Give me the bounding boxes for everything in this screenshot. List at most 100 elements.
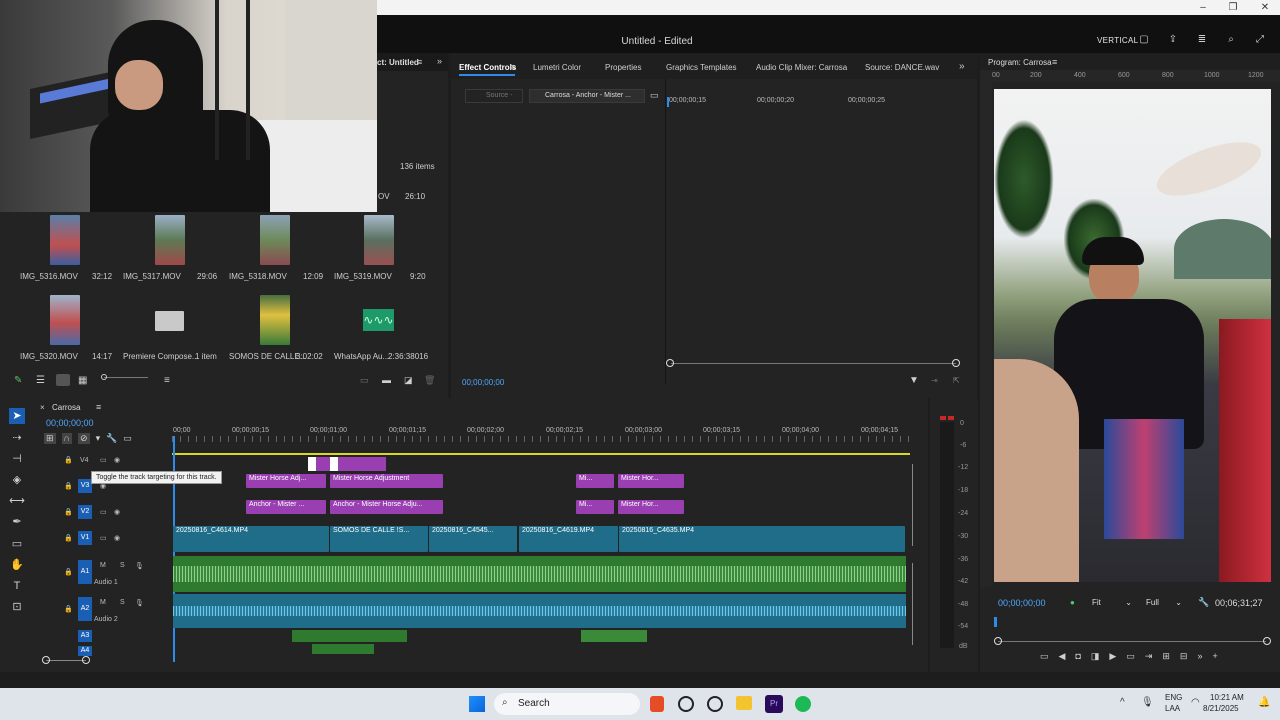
- tab-graphics-templates[interactable]: Graphics Templates: [666, 63, 737, 72]
- keyboard-layout[interactable]: LAA: [1165, 704, 1180, 713]
- workspace-label[interactable]: VERTICAL: [1097, 36, 1138, 45]
- solo-s-icon[interactable]: S: [120, 562, 125, 569]
- panel-overflow-icon[interactable]: »: [959, 61, 965, 72]
- program-scrub-bar[interactable]: [998, 641, 1266, 642]
- multicam-icon[interactable]: ◨: [1091, 651, 1100, 665]
- new-bin-icon[interactable]: ▬: [382, 375, 391, 385]
- lift-icon[interactable]: ⊞: [1162, 651, 1170, 665]
- zoom-slider[interactable]: [104, 377, 148, 378]
- timeline-timecode[interactable]: 00;00;00;00: [46, 418, 94, 428]
- ec-zoom-handle[interactable]: [666, 359, 674, 367]
- captions-icon[interactable]: ▭: [123, 433, 132, 444]
- sort-icon[interactable]: ≡: [164, 375, 170, 386]
- program-title[interactable]: Program: Carrosa: [988, 58, 1052, 67]
- clip-v2[interactable]: Mi...: [576, 500, 614, 514]
- caption-icon[interactable]: ⊡: [9, 599, 25, 615]
- tab-properties[interactable]: Properties: [605, 63, 641, 72]
- source-dropdown[interactable]: Source -: [465, 89, 523, 103]
- clip-v3[interactable]: Mi...: [576, 474, 614, 488]
- wifi-icon[interactable]: ◠: [1191, 697, 1200, 708]
- snap-icon[interactable]: ∩: [61, 433, 73, 444]
- overflow-icon[interactable]: »: [1197, 651, 1202, 665]
- clip-v1[interactable]: 20250816_C4614.MP4: [173, 526, 329, 552]
- clip-v1[interactable]: SOMOS DE CALLE !S...: [330, 526, 428, 552]
- audio-clip-a2[interactable]: [173, 594, 906, 628]
- ec-playhead[interactable]: [667, 97, 669, 107]
- lock-icon[interactable]: 🔒: [64, 456, 73, 464]
- clip-v3[interactable]: Mister Hor...: [618, 474, 684, 488]
- panel-icon[interactable]: ▢: [1137, 34, 1151, 46]
- tab-menu-icon[interactable]: ≡: [1052, 57, 1057, 67]
- pencil-icon[interactable]: ✎: [14, 375, 22, 386]
- settings-wrench-icon[interactable]: 🔧: [106, 433, 117, 444]
- sequence-tab[interactable]: Carrosa: [52, 403, 80, 412]
- ripple-edit-icon[interactable]: ⊣: [9, 451, 25, 467]
- media-thumbnail[interactable]: [50, 215, 80, 265]
- zoom-slider-handle[interactable]: [101, 374, 107, 380]
- media-thumbnail[interactable]: [260, 295, 290, 345]
- step-forward-icon[interactable]: ▭: [1126, 651, 1135, 665]
- trash-icon[interactable]: 🗑: [424, 375, 435, 386]
- timeline-h-scroll[interactable]: [46, 660, 86, 661]
- fit-dropdown[interactable]: Fit ⌄: [1088, 596, 1136, 609]
- add-marker-icon[interactable]: ▾: [96, 433, 101, 444]
- program-playhead[interactable]: [994, 617, 997, 627]
- media-thumbnail[interactable]: [50, 295, 80, 345]
- tab-menu-icon[interactable]: ≡: [417, 57, 422, 67]
- go-to-out-icon[interactable]: ⇥: [1145, 651, 1153, 665]
- search-box[interactable]: ⌕ Search: [494, 693, 640, 715]
- scrub-handle[interactable]: [1263, 637, 1271, 645]
- chevron-up-icon[interactable]: ^: [1120, 697, 1125, 708]
- audio-clip-a3[interactable]: [292, 630, 407, 642]
- solo-s-icon[interactable]: S: [120, 599, 125, 606]
- mic-icon[interactable]: 🎙: [135, 562, 144, 570]
- scroll-handle[interactable]: [82, 656, 90, 664]
- tab-menu-icon[interactable]: ≡: [510, 62, 515, 72]
- eye-icon[interactable]: ◉: [114, 456, 120, 464]
- mute-m-icon[interactable]: M: [100, 562, 106, 569]
- scroll-handle[interactable]: [42, 656, 50, 664]
- mute-m-icon[interactable]: M: [100, 599, 106, 606]
- timeline-ticks[interactable]: [172, 436, 910, 442]
- track-v1-target[interactable]: V1: [78, 531, 92, 545]
- automate-icon[interactable]: ▭: [360, 375, 369, 386]
- ec-zoom-bar[interactable]: [671, 363, 956, 364]
- add-button-icon[interactable]: +: [1212, 651, 1217, 665]
- tab-menu-icon[interactable]: ≡: [96, 402, 101, 412]
- restore-button[interactable]: ❐: [1218, 0, 1248, 15]
- program-video-frame[interactable]: [994, 89, 1271, 582]
- film-icon[interactable]: ▭: [100, 456, 107, 464]
- tab-audio-clip-mixer[interactable]: Audio Clip Mixer: Carrosa: [756, 63, 847, 72]
- clock-time[interactable]: 10:21 AM: [1210, 693, 1244, 702]
- audio-clip-a4[interactable]: [312, 644, 374, 654]
- close-icon[interactable]: ×: [40, 403, 45, 412]
- chatgpt-alt-icon[interactable]: [707, 696, 723, 712]
- new-item-icon[interactable]: ◪: [404, 375, 413, 386]
- step-back-icon[interactable]: ◀: [1059, 651, 1066, 665]
- scrub-handle[interactable]: [994, 637, 1002, 645]
- lock-icon[interactable]: 🔒: [64, 568, 73, 576]
- chatgpt-icon[interactable]: [678, 696, 694, 712]
- clock-date[interactable]: 8/21/2025: [1203, 704, 1239, 713]
- clip-v2[interactable]: Anchor - Mister Horse Adju...: [330, 500, 443, 514]
- notification-icon[interactable]: 🔔: [1258, 697, 1270, 708]
- rectangle-icon[interactable]: ▭: [9, 536, 25, 552]
- track-a4-target[interactable]: A4: [78, 646, 92, 656]
- media-thumbnail[interactable]: [155, 215, 185, 265]
- clip-v1[interactable]: 20250816_C4545...: [429, 526, 517, 552]
- spotify-icon[interactable]: [795, 696, 811, 712]
- wrench-icon[interactable]: 🔧: [1198, 597, 1209, 608]
- share-icon[interactable]: ⇪: [1166, 34, 1180, 46]
- linked-selection-icon[interactable]: ⊘: [78, 433, 90, 444]
- search-icon[interactable]: ⌕: [1224, 34, 1238, 46]
- work-area-bar[interactable]: [172, 453, 910, 455]
- clip-v3[interactable]: Mister Horse Adjustment: [330, 474, 443, 488]
- brave-icon[interactable]: [650, 696, 664, 712]
- program-timecode[interactable]: 00;00;00;00: [998, 598, 1046, 608]
- clip-dropdown[interactable]: Carrosa - Anchor - Mister ...: [529, 89, 645, 103]
- clip-v2[interactable]: Anchor - Mister ...: [246, 500, 326, 514]
- freeform-view-icon[interactable]: ▦: [78, 375, 87, 386]
- media-thumbnail[interactable]: [364, 215, 394, 265]
- audio-v-scroll[interactable]: [912, 563, 913, 645]
- panel-overflow-icon[interactable]: »: [437, 56, 442, 66]
